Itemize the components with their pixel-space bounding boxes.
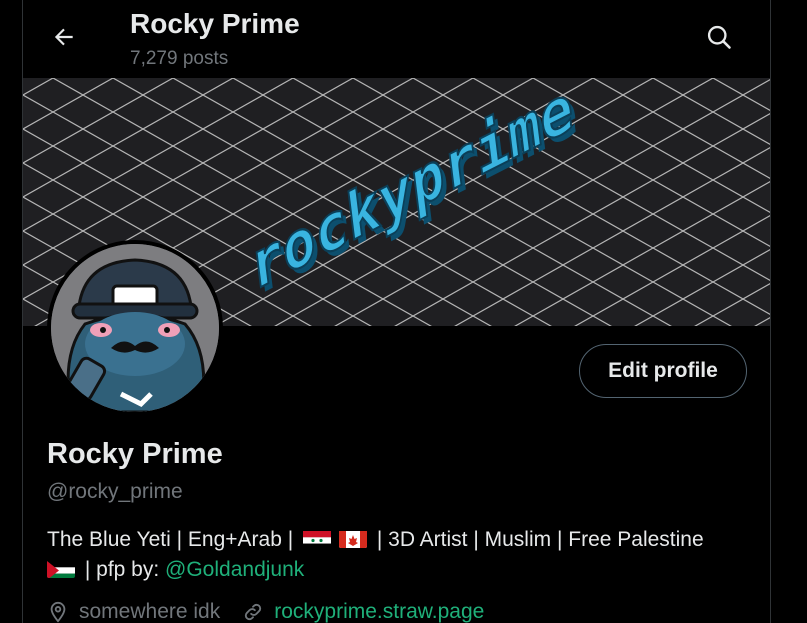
profile-header: Rocky Prime 7,279 posts	[23, 0, 770, 78]
arrow-left-icon	[54, 28, 73, 46]
location: somewhere idk	[47, 600, 220, 623]
mention-link[interactable]: @Goldandjunk	[165, 558, 304, 581]
profile-column: Rocky Prime 7,279 posts rockyprime rocky…	[22, 0, 771, 623]
bio-text-3: | pfp by:	[84, 558, 160, 581]
search-button[interactable]	[702, 20, 736, 54]
link-icon	[245, 603, 262, 621]
display-name: Rocky Prime	[47, 438, 223, 470]
search-icon	[707, 25, 731, 49]
location-pin-icon	[50, 601, 66, 623]
avatar-image	[51, 244, 219, 412]
syria-flag-icon	[303, 529, 332, 548]
edit-profile-button[interactable]: Edit profile	[579, 344, 747, 398]
handle: @rocky_prime	[47, 480, 183, 503]
back-button[interactable]	[47, 20, 81, 54]
location-text: somewhere idk	[79, 600, 221, 623]
canada-flag-icon	[339, 529, 368, 548]
bio: The Blue Yeti | Eng+Arab | | 3D Artist |…	[47, 525, 757, 585]
palestine-flag-icon	[47, 559, 75, 578]
website-link[interactable]: rockyprime.straw.page	[274, 600, 484, 623]
avatar[interactable]	[47, 240, 223, 416]
scrollbar[interactable]	[798, 0, 807, 623]
header-title: Rocky Prime	[130, 8, 300, 39]
post-count: 7,279 posts	[130, 48, 229, 69]
bio-text-1: The Blue Yeti | Eng+Arab |	[47, 528, 294, 551]
bio-text-2: | 3D Artist | Muslim | Free Palestine	[376, 528, 704, 551]
website[interactable]: rockyprime.straw.page	[242, 600, 484, 623]
profile-meta: somewhere idk rockyprime.straw.page	[47, 600, 506, 623]
